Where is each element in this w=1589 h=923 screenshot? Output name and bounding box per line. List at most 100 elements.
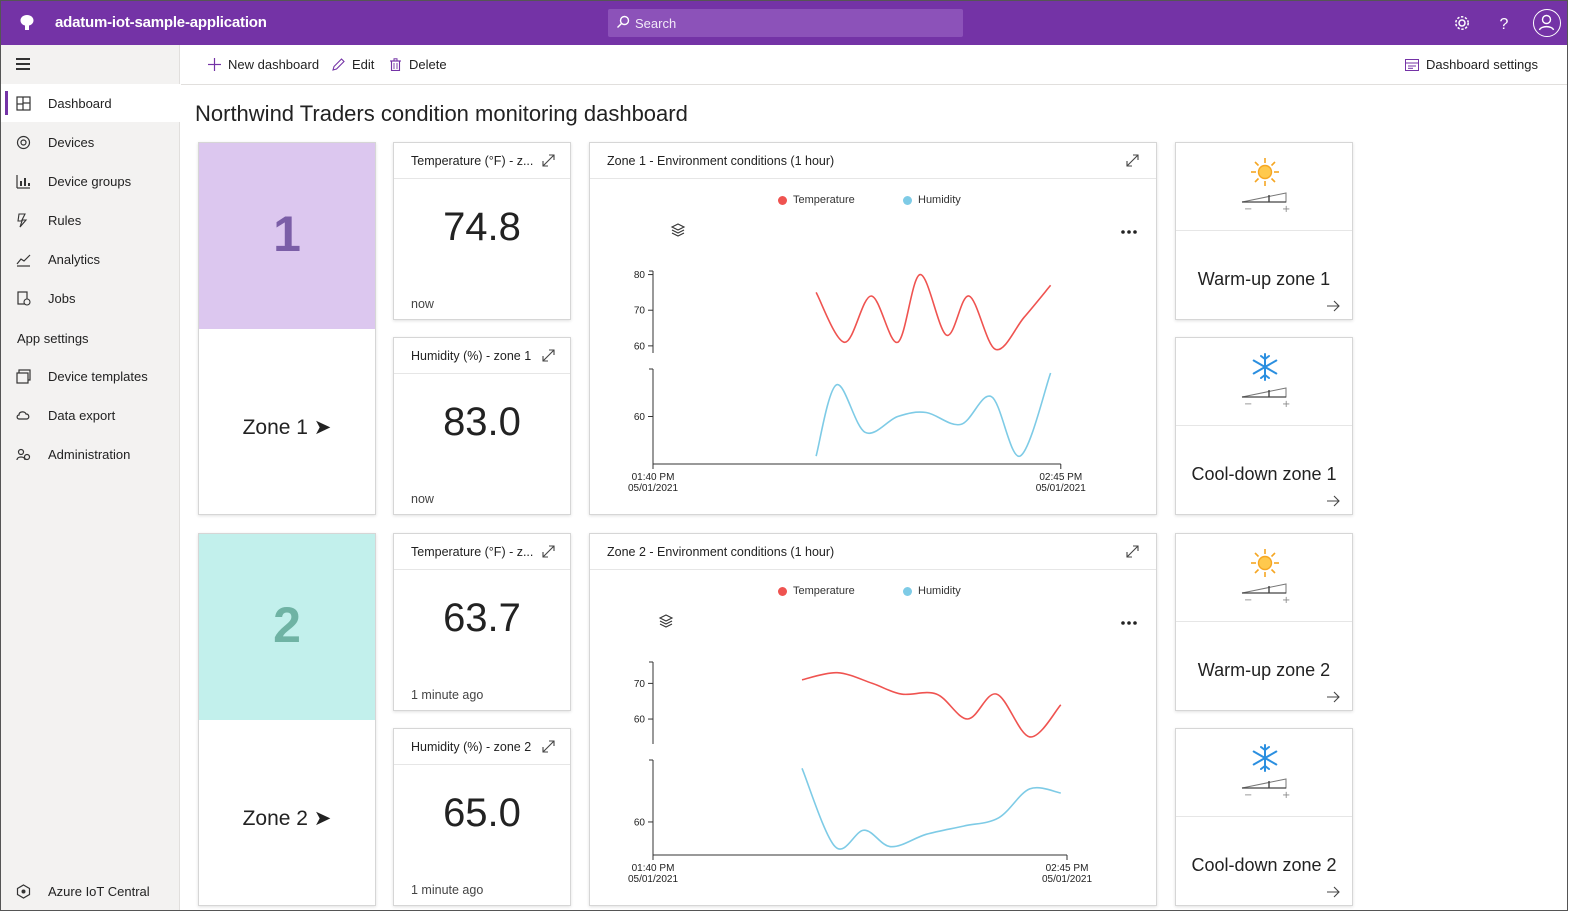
sidebar-item-label: Rules [48,213,82,228]
series-line-humidity [801,767,1061,850]
dashboard-icon [16,96,31,111]
svg-text:+: + [1282,204,1290,215]
tile-title: Temperature (°F) - z... [411,545,534,559]
administration-icon [16,448,31,461]
avatar[interactable] [1533,9,1561,37]
y-tick-label: 70 [634,679,646,690]
kpi-value: 83.0 [443,400,521,444]
y-tick-label: 70 [634,306,646,317]
arrow-right-icon [1327,886,1340,898]
expand-icon[interactable] [542,545,555,558]
kpi-value: 63.7 [443,596,521,640]
trash-icon [390,58,401,71]
dashboard-settings-label: Dashboard settings [1426,57,1539,72]
sidebar-item-analytics[interactable]: Analytics [1,240,180,278]
action-label: Warm-up zone 2 [1197,660,1331,680]
sidebar-item-device-templates[interactable]: Device templates [1,357,180,395]
y-tick-label: 60 [634,817,646,828]
zone-2-environment-chart-tile: Zone 2 - Environment conditions (1 hour)… [589,533,1157,906]
action-label: Warm-up zone 1 [1197,269,1331,289]
sidebar-item-rules[interactable]: Rules [1,201,180,239]
expand-icon[interactable] [542,154,555,167]
rules-icon [17,213,28,228]
x-tick-label: 01:40 PM [632,472,675,483]
zone-1-line-chart: 6070806001:40 PM05/01/202102:45 PM05/01/… [628,270,1086,494]
app-title[interactable]: adatum-iot-sample-application [55,14,267,31]
dashboard-settings-button[interactable]: Dashboard settings [1405,57,1538,72]
search-icon [617,15,630,28]
sidebar-item-data-export[interactable]: Data export [1,396,180,434]
cool-down-zone-1-tile[interactable]: − + Cool-down zone 1 [1175,337,1353,515]
edit-button[interactable]: Edit [332,57,374,72]
zone-2-link[interactable]: Zone 2 ➤ [199,806,375,831]
sidebar-item-label: Data export [48,408,116,423]
svg-text:+: + [1282,790,1290,801]
svg-text:+: + [1282,399,1290,410]
sidebar-item-jobs[interactable]: Jobs [1,279,180,317]
sidebar-item-devices[interactable]: Devices [1,123,180,161]
zone-2-number: 2 [273,597,301,653]
svg-text:−: − [1244,204,1252,215]
sun-thermostat-icon: − + [1241,549,1290,606]
kpi-timestamp: 1 minute ago [411,883,484,897]
expand-icon[interactable] [1126,154,1139,167]
zone-1-environment-chart-tile: Zone 1 - Environment conditions (1 hour)… [589,142,1157,515]
sidebar-item-label: Device templates [48,369,148,384]
expand-icon[interactable] [542,740,555,753]
expand-icon[interactable] [542,349,555,362]
svg-text:?: ? [1500,16,1509,33]
svg-text:−: − [1244,399,1252,410]
warm-up-zone-1-tile[interactable]: − + Warm-up zone 1 [1175,142,1353,320]
search-box[interactable]: Search [608,9,963,37]
data-export-icon [16,411,30,420]
zone-1-tile[interactable]: 1 Zone 1 ➤ [198,142,376,515]
page-title: Northwind Traders condition monitoring d… [195,101,688,126]
sidebar-footer-azure-iot-central[interactable]: Azure IoT Central [1,872,180,910]
svg-text:−: − [1244,595,1252,606]
series-line-temperature [801,671,1062,738]
hamburger-menu-icon[interactable] [16,58,32,72]
zone-2-line-chart: 60706001:40 PM05/01/202102:45 PM05/01/20… [628,661,1092,885]
y-tick-label: 60 [634,412,646,423]
sidebar-item-dashboard[interactable]: Dashboard [1,84,180,122]
delete-button[interactable]: Delete [389,57,447,72]
zone-2-tile[interactable]: 2 Zone 2 ➤ [198,533,376,906]
svg-text:+: + [1282,595,1290,606]
dashboard-settings-icon [1405,58,1419,71]
sidebar-footer-label: Azure IoT Central [48,884,150,899]
cool-down-zone-2-tile[interactable]: − + Cool-down zone 2 [1175,728,1353,906]
help-icon[interactable]: ? [1494,13,1514,33]
jobs-icon [17,291,31,306]
search-placeholder: Search [635,16,677,31]
device-templates-icon [16,369,31,384]
series-line-humidity [815,372,1052,457]
sidebar-item-label: Dashboard [48,96,112,111]
sidebar-item-device-groups[interactable]: Device groups [1,162,180,200]
zone-1-link[interactable]: Zone 1 ➤ [199,415,375,440]
tile-header: Humidity (%) - zone 2 [394,729,570,765]
kpi-value: 65.0 [443,791,521,835]
expand-icon[interactable] [1126,545,1139,558]
warm-up-zone-2-tile[interactable]: − + Warm-up zone 2 [1175,533,1353,711]
series-line-temperature [815,273,1052,351]
svg-text:−: − [1244,790,1252,801]
devices-icon [16,135,31,150]
zone-1-number: 1 [273,206,301,262]
x-tick-label: 01:40 PM [632,863,675,874]
zone-2-color-block: 2 [199,534,375,720]
sidebar-item-administration[interactable]: Administration [1,435,180,473]
zone-1-color-block: 1 [199,143,375,329]
gear-icon[interactable] [1452,13,1472,33]
new-dashboard-button[interactable]: New dashboard [208,57,319,72]
tile-title: Humidity (%) - zone 1 [411,349,532,363]
delete-label: Delete [409,57,447,72]
plus-icon [208,58,221,71]
temperature-kpi-tile-zone-2: Temperature (°F) - z... 63.7 1 minute ag… [393,533,571,711]
sidebar-item-label: Device groups [48,174,132,189]
kpi-timestamp: now [411,297,434,311]
iot-central-logo-icon[interactable] [17,13,37,33]
action-icon-area: − + [1176,729,1352,817]
analytics-icon [16,254,31,267]
sidebar-item-label: Devices [48,135,95,150]
y-tick-label: 80 [634,270,646,281]
